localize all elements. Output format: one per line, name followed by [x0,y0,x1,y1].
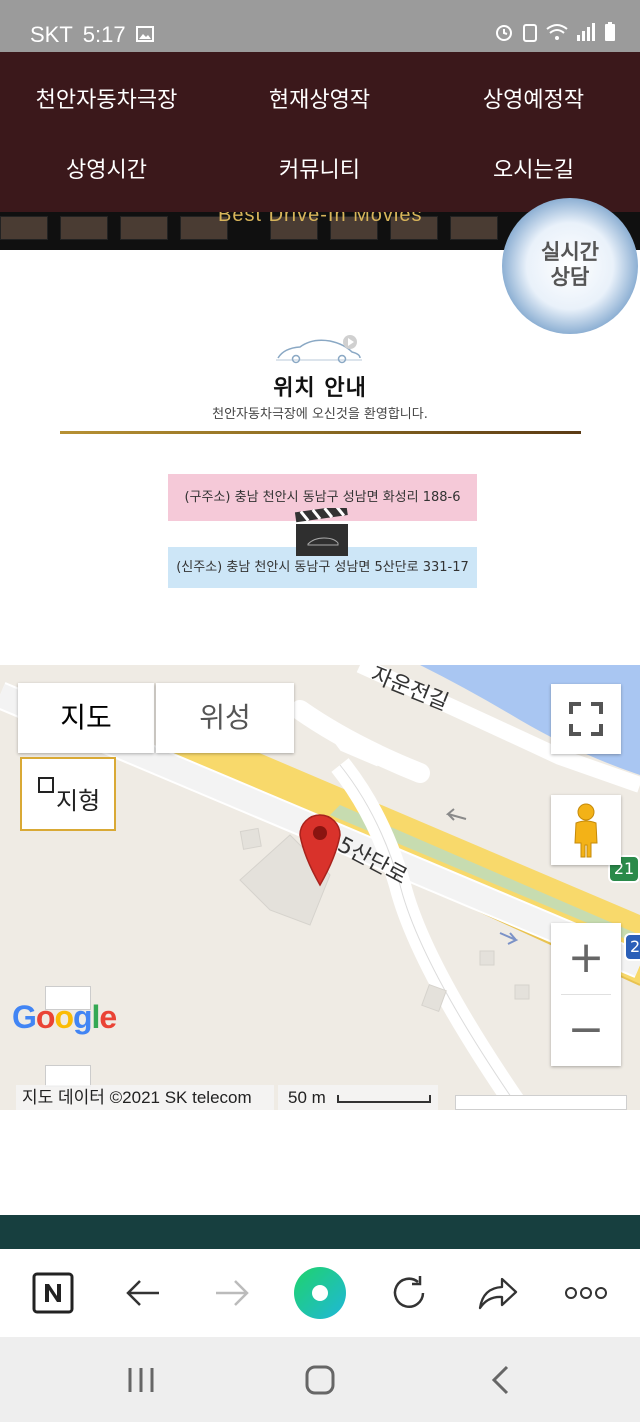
more-icon [565,1287,607,1299]
live-chat-line2: 상담 [550,265,590,289]
forward-button[interactable] [192,1249,272,1337]
forward-arrow-icon [216,1280,249,1306]
reload-icon [393,1276,425,1308]
google-map[interactable]: 5산단로 자운전길 21 2 지도 위성 지형 + − Google 지도 데이… [0,665,640,1110]
home-icon [305,1365,335,1394]
naver-home-icon [32,1272,74,1314]
browser-toolbar [0,1249,640,1337]
nav-item-home[interactable]: 천안자동차극장 [0,82,213,114]
map-type-map-tab[interactable]: 지도 [18,683,154,753]
carrier-label: SKT [30,22,73,47]
film-frame [120,216,168,240]
map-type-satellite-tab[interactable]: 위성 [156,683,294,753]
live-chat-line1: 실시간 [541,240,599,264]
recent-apps-button[interactable] [101,1337,181,1422]
status-bar: SKT 5:17 [0,0,640,52]
battery-saver-icon [522,22,538,46]
location-title: 위치 안내 [273,376,367,401]
map-scale-bar [336,1094,431,1103]
map-scale: 50 m [278,1085,438,1110]
gallery-notification-icon [135,22,154,48]
signal-icon [576,23,596,45]
route-badge-2: 2 [624,933,640,961]
map-blank-tile [45,1065,91,1087]
car-icon [274,334,366,370]
hero-caption: Best Drive-In Movies [218,212,423,226]
clock-time: 5:17 [82,22,126,47]
nav-item-now-showing[interactable]: 현재상영작 [213,82,426,114]
film-frame [60,216,108,240]
terrain-label: 지형 [56,787,101,815]
recent-apps-icon [128,1367,154,1392]
zoom-in-button[interactable]: + [551,923,621,993]
search-button[interactable] [280,1249,360,1337]
fullscreen-icon [569,702,603,736]
share-icon [478,1277,518,1310]
android-navigation-bar [0,1337,640,1422]
live-chat-button[interactable]: 실시간 상담 [502,198,638,334]
fullscreen-button[interactable] [551,684,621,754]
zoom-control: + − [551,923,621,1066]
location-divider [60,431,581,434]
map-attribution[interactable]: 지도 데이터 ©2021 SK telecom [16,1085,274,1110]
battery-icon [604,22,616,46]
location-marker-icon[interactable] [298,811,342,891]
clapperboard-icon [294,505,350,562]
location-subtitle: 천안자동차극장에 오신것을 환영합니다. [212,407,428,422]
zoom-out-button[interactable]: − [551,995,621,1065]
pegman-icon [574,803,598,858]
map-scale-label: 50 m [288,1088,326,1107]
back-arrow-icon [126,1280,159,1306]
wifi-icon [546,23,568,45]
nav-item-directions[interactable]: 오시는길 [427,152,640,184]
terrain-checkbox[interactable] [38,777,54,793]
street-view-button[interactable] [551,795,621,865]
nav-item-community[interactable]: 커뮤니티 [213,152,426,184]
site-footer-band [0,1215,640,1249]
terrain-toggle[interactable]: 지형 [20,757,116,831]
reload-button[interactable] [369,1249,449,1337]
live-chat-label: 실시간 상담 [502,240,638,290]
more-button[interactable] [546,1249,626,1337]
alarm-icon [494,22,514,46]
top-nav-menu: 천안자동차극장 현재상영작 상영예정작 상영시간 커뮤니티 오시는길 [0,52,640,212]
back-button[interactable] [103,1249,183,1337]
nav-item-showtimes[interactable]: 상영시간 [0,152,213,184]
search-circle-icon [294,1267,346,1319]
system-back-button[interactable] [460,1337,540,1422]
map-terms-box[interactable] [455,1095,627,1110]
film-frame [0,216,48,240]
status-right [494,22,616,46]
status-left: SKT 5:17 [30,22,154,48]
film-frame [450,216,498,240]
home-button[interactable] [280,1337,360,1422]
nav-item-coming-soon[interactable]: 상영예정작 [427,82,640,114]
naver-home-button[interactable] [13,1249,93,1337]
google-logo: Google [12,999,117,1035]
back-icon [491,1365,509,1394]
share-button[interactable] [458,1249,538,1337]
